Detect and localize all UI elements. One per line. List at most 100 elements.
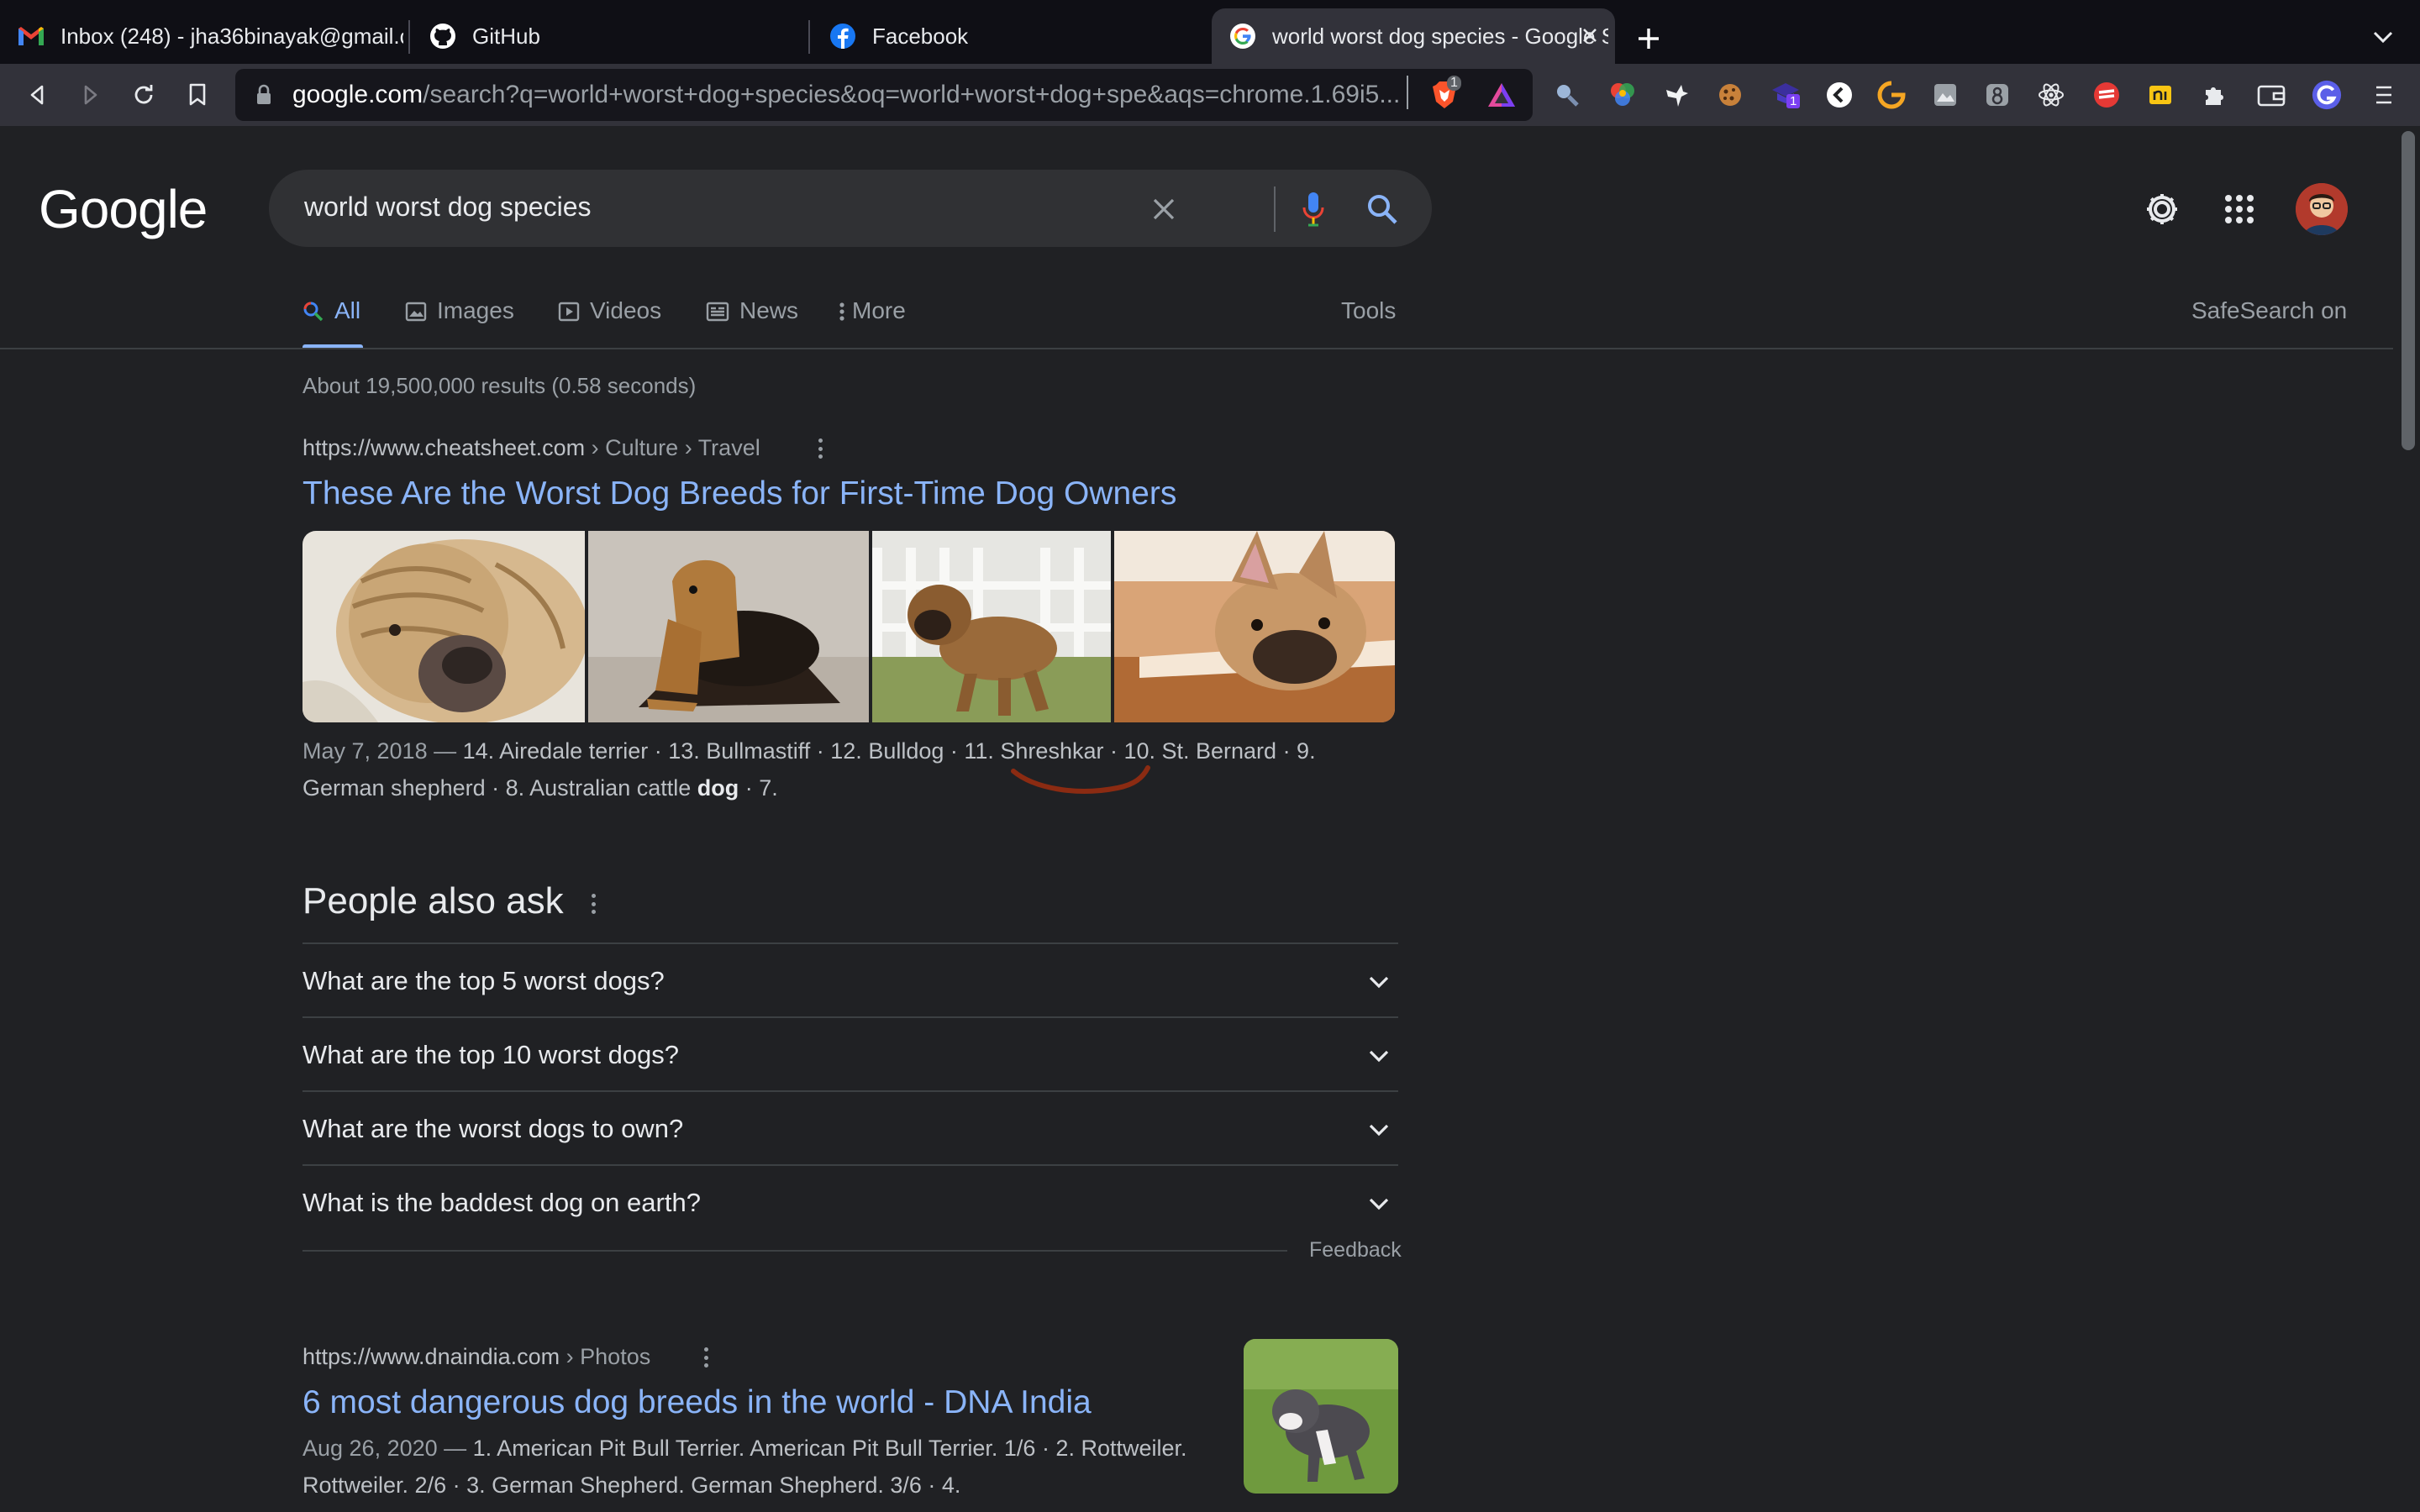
scrollbar-thumb[interactable] bbox=[2402, 131, 2415, 450]
chevron-down-icon bbox=[1369, 1050, 1389, 1063]
chevron-down-icon bbox=[1369, 1198, 1389, 1210]
tab-images[interactable]: Images bbox=[405, 292, 514, 348]
close-tab-icon[interactable] bbox=[1575, 20, 1605, 50]
paa-options-icon[interactable] bbox=[585, 887, 602, 921]
extension-image-icon[interactable] bbox=[1929, 79, 1961, 111]
safesearch-toggle[interactable]: SafeSearch on bbox=[2191, 297, 2347, 324]
search-divider bbox=[1274, 186, 1276, 232]
browser-menu-icon[interactable] bbox=[2368, 79, 2400, 111]
extension-react-icon[interactable] bbox=[2035, 79, 2067, 111]
result-cite[interactable]: https://www.cheatsheet.com › Culture › T… bbox=[302, 435, 760, 461]
extension-graduation-icon[interactable]: 1 bbox=[1770, 79, 1802, 111]
result-snippet: May 7, 2018 — 14. Airedale terrier · 13.… bbox=[302, 732, 1403, 806]
bookmark-icon[interactable] bbox=[178, 76, 217, 114]
tab-news-label: News bbox=[739, 297, 799, 323]
dog-image-shar-pei[interactable] bbox=[302, 531, 585, 722]
address-bar[interactable]: google.com/search?q=world+worst+dog+spec… bbox=[235, 69, 1533, 121]
extension-back-circle-icon[interactable] bbox=[1823, 79, 1855, 111]
tab-gmail[interactable]: Inbox (248) - jha36binayak@gmail.com bbox=[0, 8, 407, 64]
tab-title: Inbox (248) - jha36binayak@gmail.com bbox=[60, 23, 403, 49]
search-input[interactable]: world worst dog species bbox=[304, 192, 591, 223]
dog-image-french-bulldog[interactable] bbox=[1114, 531, 1395, 722]
result-title-link[interactable]: These Are the Worst Dog Breeds for First… bbox=[302, 475, 1176, 512]
paa-question[interactable]: What are the worst dogs to own? bbox=[302, 1090, 1398, 1164]
profile-g-icon[interactable] bbox=[2311, 79, 2343, 111]
tab-google-search[interactable]: world worst dog species - Google Search bbox=[1212, 8, 1615, 64]
brave-shields-icon[interactable]: 1 bbox=[1428, 76, 1461, 111]
video-icon bbox=[558, 301, 580, 328]
tab-all-label: All bbox=[334, 297, 361, 323]
url-host: google.com bbox=[292, 81, 424, 108]
image-icon bbox=[405, 301, 427, 328]
extension-color-picker-icon[interactable] bbox=[1607, 79, 1639, 111]
facebook-icon bbox=[829, 22, 857, 50]
extensions-puzzle-icon[interactable] bbox=[2198, 79, 2230, 111]
account-avatar[interactable] bbox=[2296, 183, 2348, 235]
extension-red-circle-icon[interactable] bbox=[2091, 79, 2123, 111]
result-options-icon[interactable] bbox=[812, 432, 829, 465]
result-options-icon[interactable] bbox=[697, 1341, 714, 1374]
google-apps-icon[interactable] bbox=[2218, 188, 2260, 230]
extension-magnifier-icon[interactable] bbox=[1551, 79, 1583, 111]
tab-videos[interactable]: Videos bbox=[558, 292, 661, 348]
settings-gear-icon[interactable] bbox=[2141, 188, 2183, 230]
voice-search-icon[interactable] bbox=[1294, 190, 1333, 228]
paa-question[interactable]: What is the baddest dog on earth? bbox=[302, 1164, 1398, 1238]
tab-search-chevron-icon[interactable] bbox=[2371, 29, 2395, 45]
new-tab-icon[interactable] bbox=[1634, 24, 1664, 54]
forward-icon[interactable] bbox=[71, 76, 109, 114]
tab-facebook[interactable]: Facebook bbox=[812, 8, 1207, 64]
result-cite[interactable]: https://www.dnaindia.com › Photos bbox=[302, 1344, 650, 1370]
extension-badge: 1 bbox=[1786, 94, 1801, 108]
search-box[interactable]: world worst dog species bbox=[269, 170, 1432, 247]
url-path: /search?q=world+worst+dog+species&oq=wor… bbox=[423, 81, 1401, 108]
tools-button[interactable]: Tools bbox=[1341, 297, 1396, 324]
result-date: May 7, 2018 — bbox=[302, 738, 457, 764]
extension-number-icon[interactable] bbox=[1981, 79, 2013, 111]
extension-grammarly-go-icon[interactable] bbox=[1876, 79, 1907, 111]
google-icon bbox=[1228, 22, 1257, 50]
result-title-link[interactable]: 6 most dangerous dog breeds in the world… bbox=[302, 1384, 1092, 1421]
tab-separator bbox=[808, 20, 810, 54]
result-breadcrumb: › Culture › Travel bbox=[585, 435, 760, 460]
chevron-down-icon bbox=[1369, 976, 1389, 989]
paa-question[interactable]: What are the top 5 worst dogs? bbox=[302, 942, 1398, 1016]
extension-bird-icon[interactable] bbox=[1660, 79, 1692, 111]
tab-github[interactable]: GitHub bbox=[412, 8, 807, 64]
extension-yellow-icon[interactable] bbox=[2144, 79, 2176, 111]
search-tabs: All Images Videos News More bbox=[0, 292, 2393, 348]
tab-all[interactable]: All bbox=[302, 292, 360, 348]
tab-more[interactable]: More bbox=[839, 292, 906, 348]
reload-icon[interactable] bbox=[124, 76, 163, 114]
clear-search-icon[interactable] bbox=[1144, 190, 1183, 228]
paa-divider bbox=[302, 1250, 1287, 1252]
browser-tab-strip: Inbox (248) - jha36binayak@gmail.com Git… bbox=[0, 0, 2420, 64]
result-stats: About 19,500,000 results (0.58 seconds) bbox=[302, 373, 697, 398]
back-icon[interactable] bbox=[18, 76, 57, 114]
result-breadcrumb: › Photos bbox=[560, 1344, 651, 1369]
github-icon bbox=[429, 22, 457, 50]
search-icon[interactable] bbox=[1363, 190, 1402, 228]
feedback-link[interactable]: Feedback bbox=[1309, 1238, 1402, 1263]
tab-separator bbox=[408, 20, 410, 54]
paa-question-text: What are the top 10 worst dogs? bbox=[302, 1040, 680, 1069]
dog-image-bullmastiff[interactable] bbox=[872, 531, 1111, 722]
browser-toolbar: google.com/search?q=world+worst+dog+spec… bbox=[0, 64, 2420, 126]
brave-rewards-icon[interactable] bbox=[1486, 79, 1518, 111]
gmail-icon bbox=[17, 22, 45, 50]
tab-images-label: Images bbox=[437, 297, 514, 323]
tab-title: Facebook bbox=[872, 23, 969, 49]
tab-news[interactable]: News bbox=[706, 292, 798, 348]
result-thumbnail-pitbull[interactable] bbox=[1244, 1339, 1398, 1494]
snippet-text-end: · 7. bbox=[739, 775, 778, 801]
result-snippet: Aug 26, 2020 — 1. American Pit Bull Terr… bbox=[302, 1430, 1227, 1504]
dog-image-airedale[interactable] bbox=[588, 531, 869, 722]
wallet-icon[interactable] bbox=[2255, 79, 2287, 111]
paa-question[interactable]: What are the top 10 worst dogs? bbox=[302, 1016, 1398, 1090]
paa-question-text: What are the top 5 worst dogs? bbox=[302, 966, 665, 995]
chevron-down-icon bbox=[1369, 1124, 1389, 1137]
extension-cookie-icon[interactable] bbox=[1714, 79, 1746, 111]
lock-icon[interactable] bbox=[255, 84, 272, 110]
google-logo[interactable]: Google bbox=[39, 178, 208, 240]
more-dots-icon bbox=[839, 301, 845, 328]
